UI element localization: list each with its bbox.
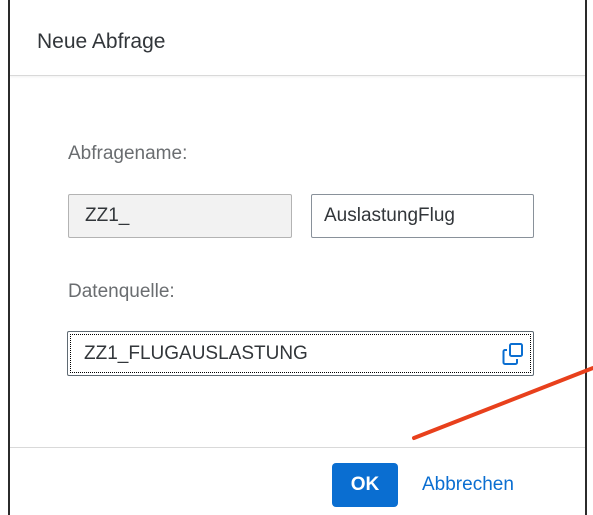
dialog-footer: OK Abbrechen (10, 447, 585, 515)
query-name-label: Abfragename: (68, 143, 188, 164)
background-window-edge-left (0, 0, 10, 515)
background-window-edge-right (585, 0, 593, 515)
query-name-input[interactable]: AuslastungFlug (311, 194, 534, 238)
value-help-icon[interactable] (501, 342, 525, 366)
query-name-prefix-field: ZZ1_ (68, 194, 292, 238)
screen: Neue Abfrage Abfragename: ZZ1_ Auslastun… (0, 0, 593, 515)
dialog-title: Neue Abfrage (37, 30, 166, 53)
new-query-dialog: Neue Abfrage Abfragename: ZZ1_ Auslastun… (10, 0, 585, 515)
cancel-button[interactable]: Abbrechen (414, 463, 522, 507)
data-source-value: ZZ1_FLUGAUSLASTUNG (84, 343, 308, 364)
data-source-input[interactable]: ZZ1_FLUGAUSLASTUNG (67, 331, 534, 376)
dialog-header: Neue Abfrage (10, 0, 585, 76)
data-source-label: Datenquelle: (68, 281, 175, 302)
ok-button[interactable]: OK (332, 463, 398, 507)
